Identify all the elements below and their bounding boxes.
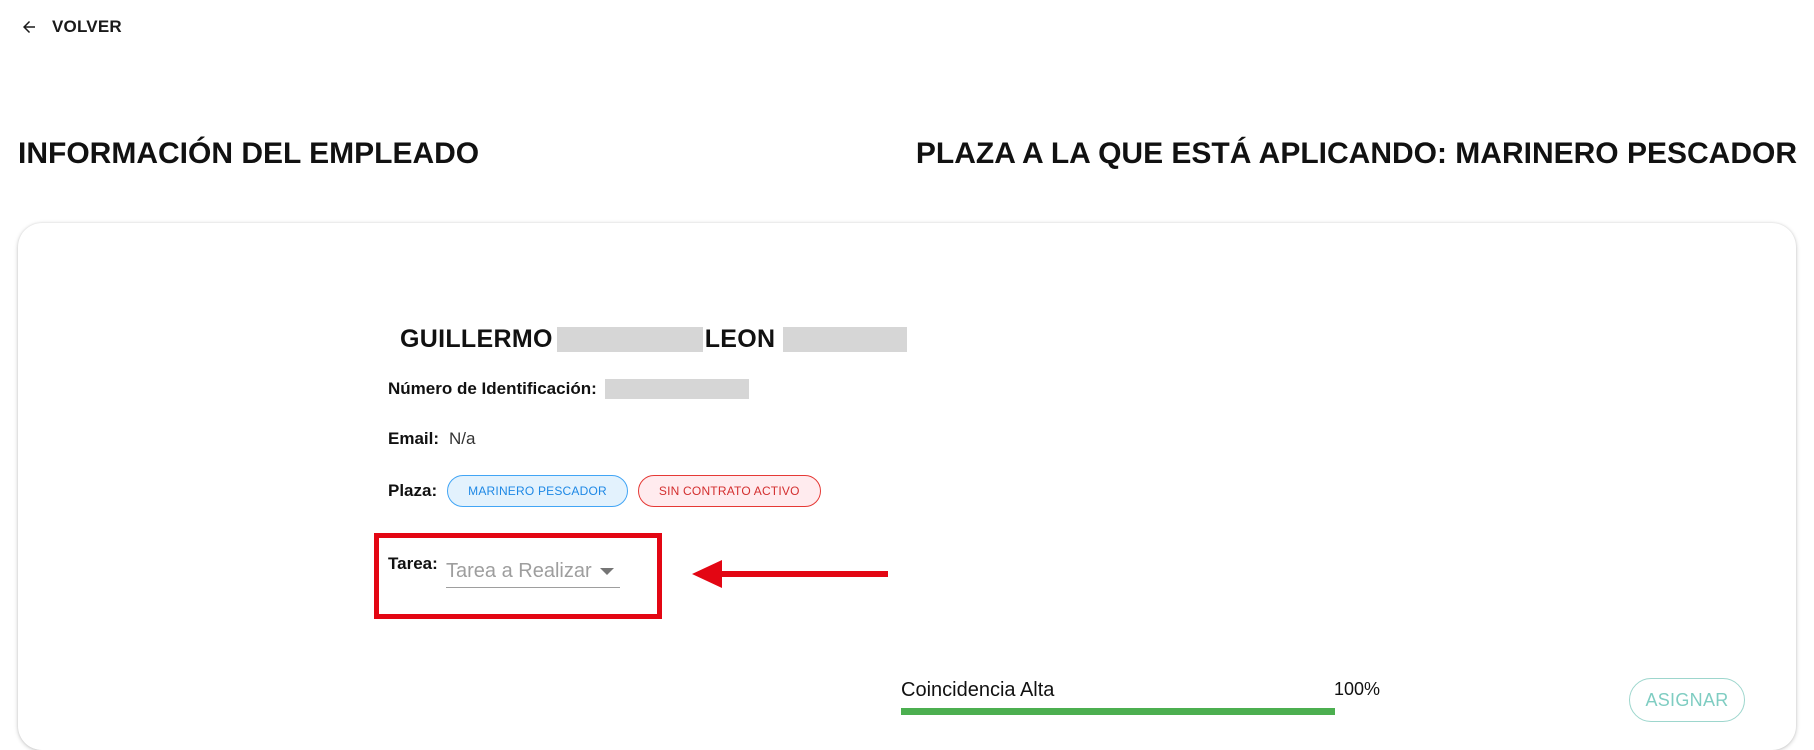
id-label: Número de Identificación: [388, 379, 597, 398]
employee-second-surname: LEON [704, 325, 776, 353]
task-select[interactable]: Tarea a Realizar [446, 556, 620, 588]
employee-name: GUILLERMO LEON [400, 325, 908, 354]
match-percent: 100% [1333, 679, 1380, 699]
contract-status-chip: SIN CONTRATO ACTIVO [637, 475, 821, 507]
email-row: Email: N/a [388, 429, 476, 449]
employee-card: GUILLERMO LEON Número de Identificación:… [18, 223, 1796, 750]
arrow-left-icon [23, 21, 35, 33]
match-progress-fill [901, 708, 1335, 715]
redacted-name-block [556, 327, 703, 352]
applied-position-title: PLAZA A LA QUE ESTÁ APLICANDO: MARINERO … [915, 137, 1797, 170]
employee-info-title: INFORMACIÓN DEL EMPLEADO [18, 137, 480, 170]
position-chip: MARINERO PESCADOR [447, 475, 628, 507]
pointer-arrow-icon [692, 560, 888, 588]
redacted-id-value [604, 379, 749, 399]
email-value: N/a [449, 429, 476, 448]
redacted-name-block [783, 327, 908, 352]
match-label: Coincidencia Alta [901, 679, 1055, 701]
employee-first-name: GUILLERMO [400, 325, 553, 353]
back-button[interactable]: VOLVER [20, 17, 122, 37]
employee-assignment-page: VOLVER INFORMACIÓN DEL EMPLEADO PLAZA A … [0, 0, 1814, 750]
plaza-label: Plaza: [388, 481, 438, 500]
id-row: Número de Identificación: [388, 379, 749, 399]
back-label: VOLVER [52, 17, 122, 36]
task-label: Tarea: [388, 554, 438, 573]
caret-down-icon [600, 568, 614, 575]
match-progress-bar [901, 708, 1335, 715]
plaza-row: Plaza: MARINERO PESCADOR SIN CONTRATO AC… [388, 475, 821, 507]
email-label: Email: [388, 429, 440, 448]
assign-button[interactable]: ASIGNAR [1629, 678, 1745, 722]
task-placeholder: Tarea a Realizar [446, 560, 592, 582]
